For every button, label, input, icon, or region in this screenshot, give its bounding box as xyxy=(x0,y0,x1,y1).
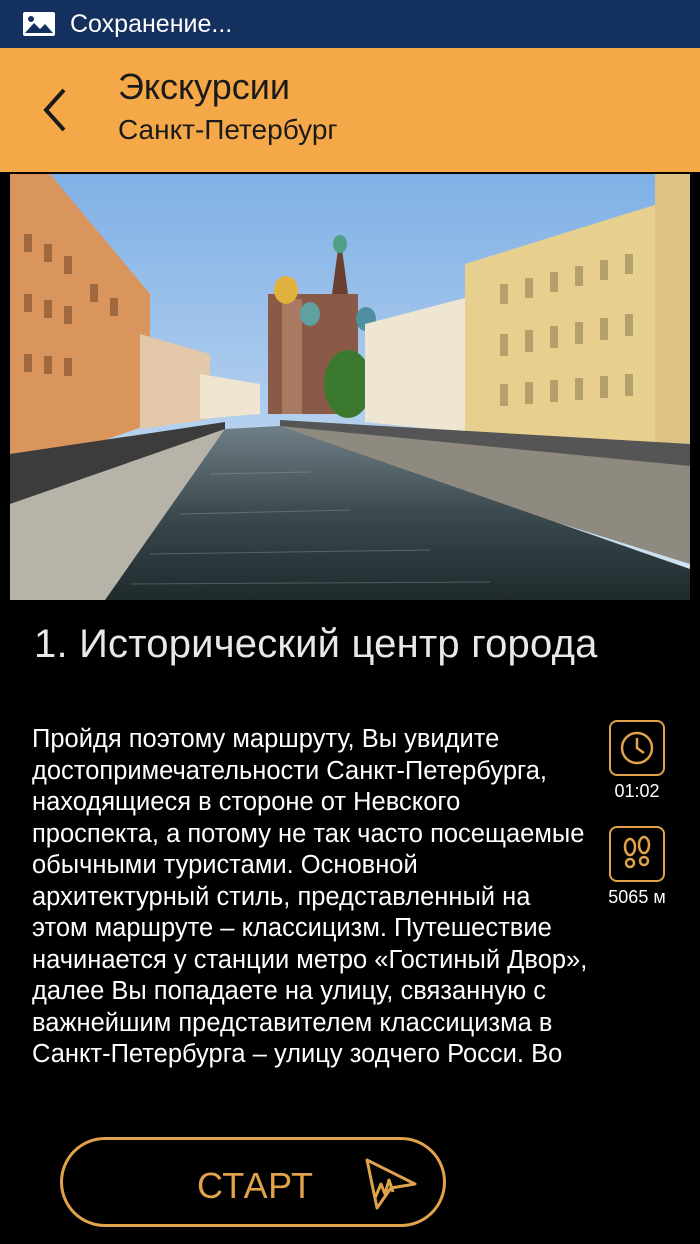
route-description: Пройдя поэтому маршруту, Вы увидите дост… xyxy=(32,725,588,1068)
page-subtitle: Санкт-Петербург xyxy=(118,114,338,145)
footprints-icon xyxy=(623,835,651,869)
walk-cursor-icon xyxy=(365,1158,417,1210)
start-button[interactable]: СТАРТ xyxy=(60,1137,446,1227)
clock-icon xyxy=(620,731,654,765)
route-title: 1. Исторический центр города xyxy=(34,622,598,666)
image-icon xyxy=(23,12,55,36)
status-text: Сохранение... xyxy=(70,9,233,38)
app-bar: Экскурсии Санкт-Петербург xyxy=(0,48,700,172)
distance-icon-box xyxy=(609,826,665,882)
chevron-left-icon[interactable] xyxy=(36,78,76,138)
start-button-label: СТАРТ xyxy=(197,1165,314,1206)
screen: Сохранение... Экскурсии Санкт-Петербург xyxy=(0,0,700,1244)
distance-value: 5065 м xyxy=(608,887,666,907)
status-bar: Сохранение... xyxy=(0,0,700,48)
duration-icon-box xyxy=(609,720,665,776)
route-photo xyxy=(10,174,690,600)
page-title: Экскурсии xyxy=(118,66,291,107)
description-container[interactable]: Пройдя поэтому маршруту, Вы увидите дост… xyxy=(32,724,592,1124)
duration-value: 01:02 xyxy=(614,781,660,801)
